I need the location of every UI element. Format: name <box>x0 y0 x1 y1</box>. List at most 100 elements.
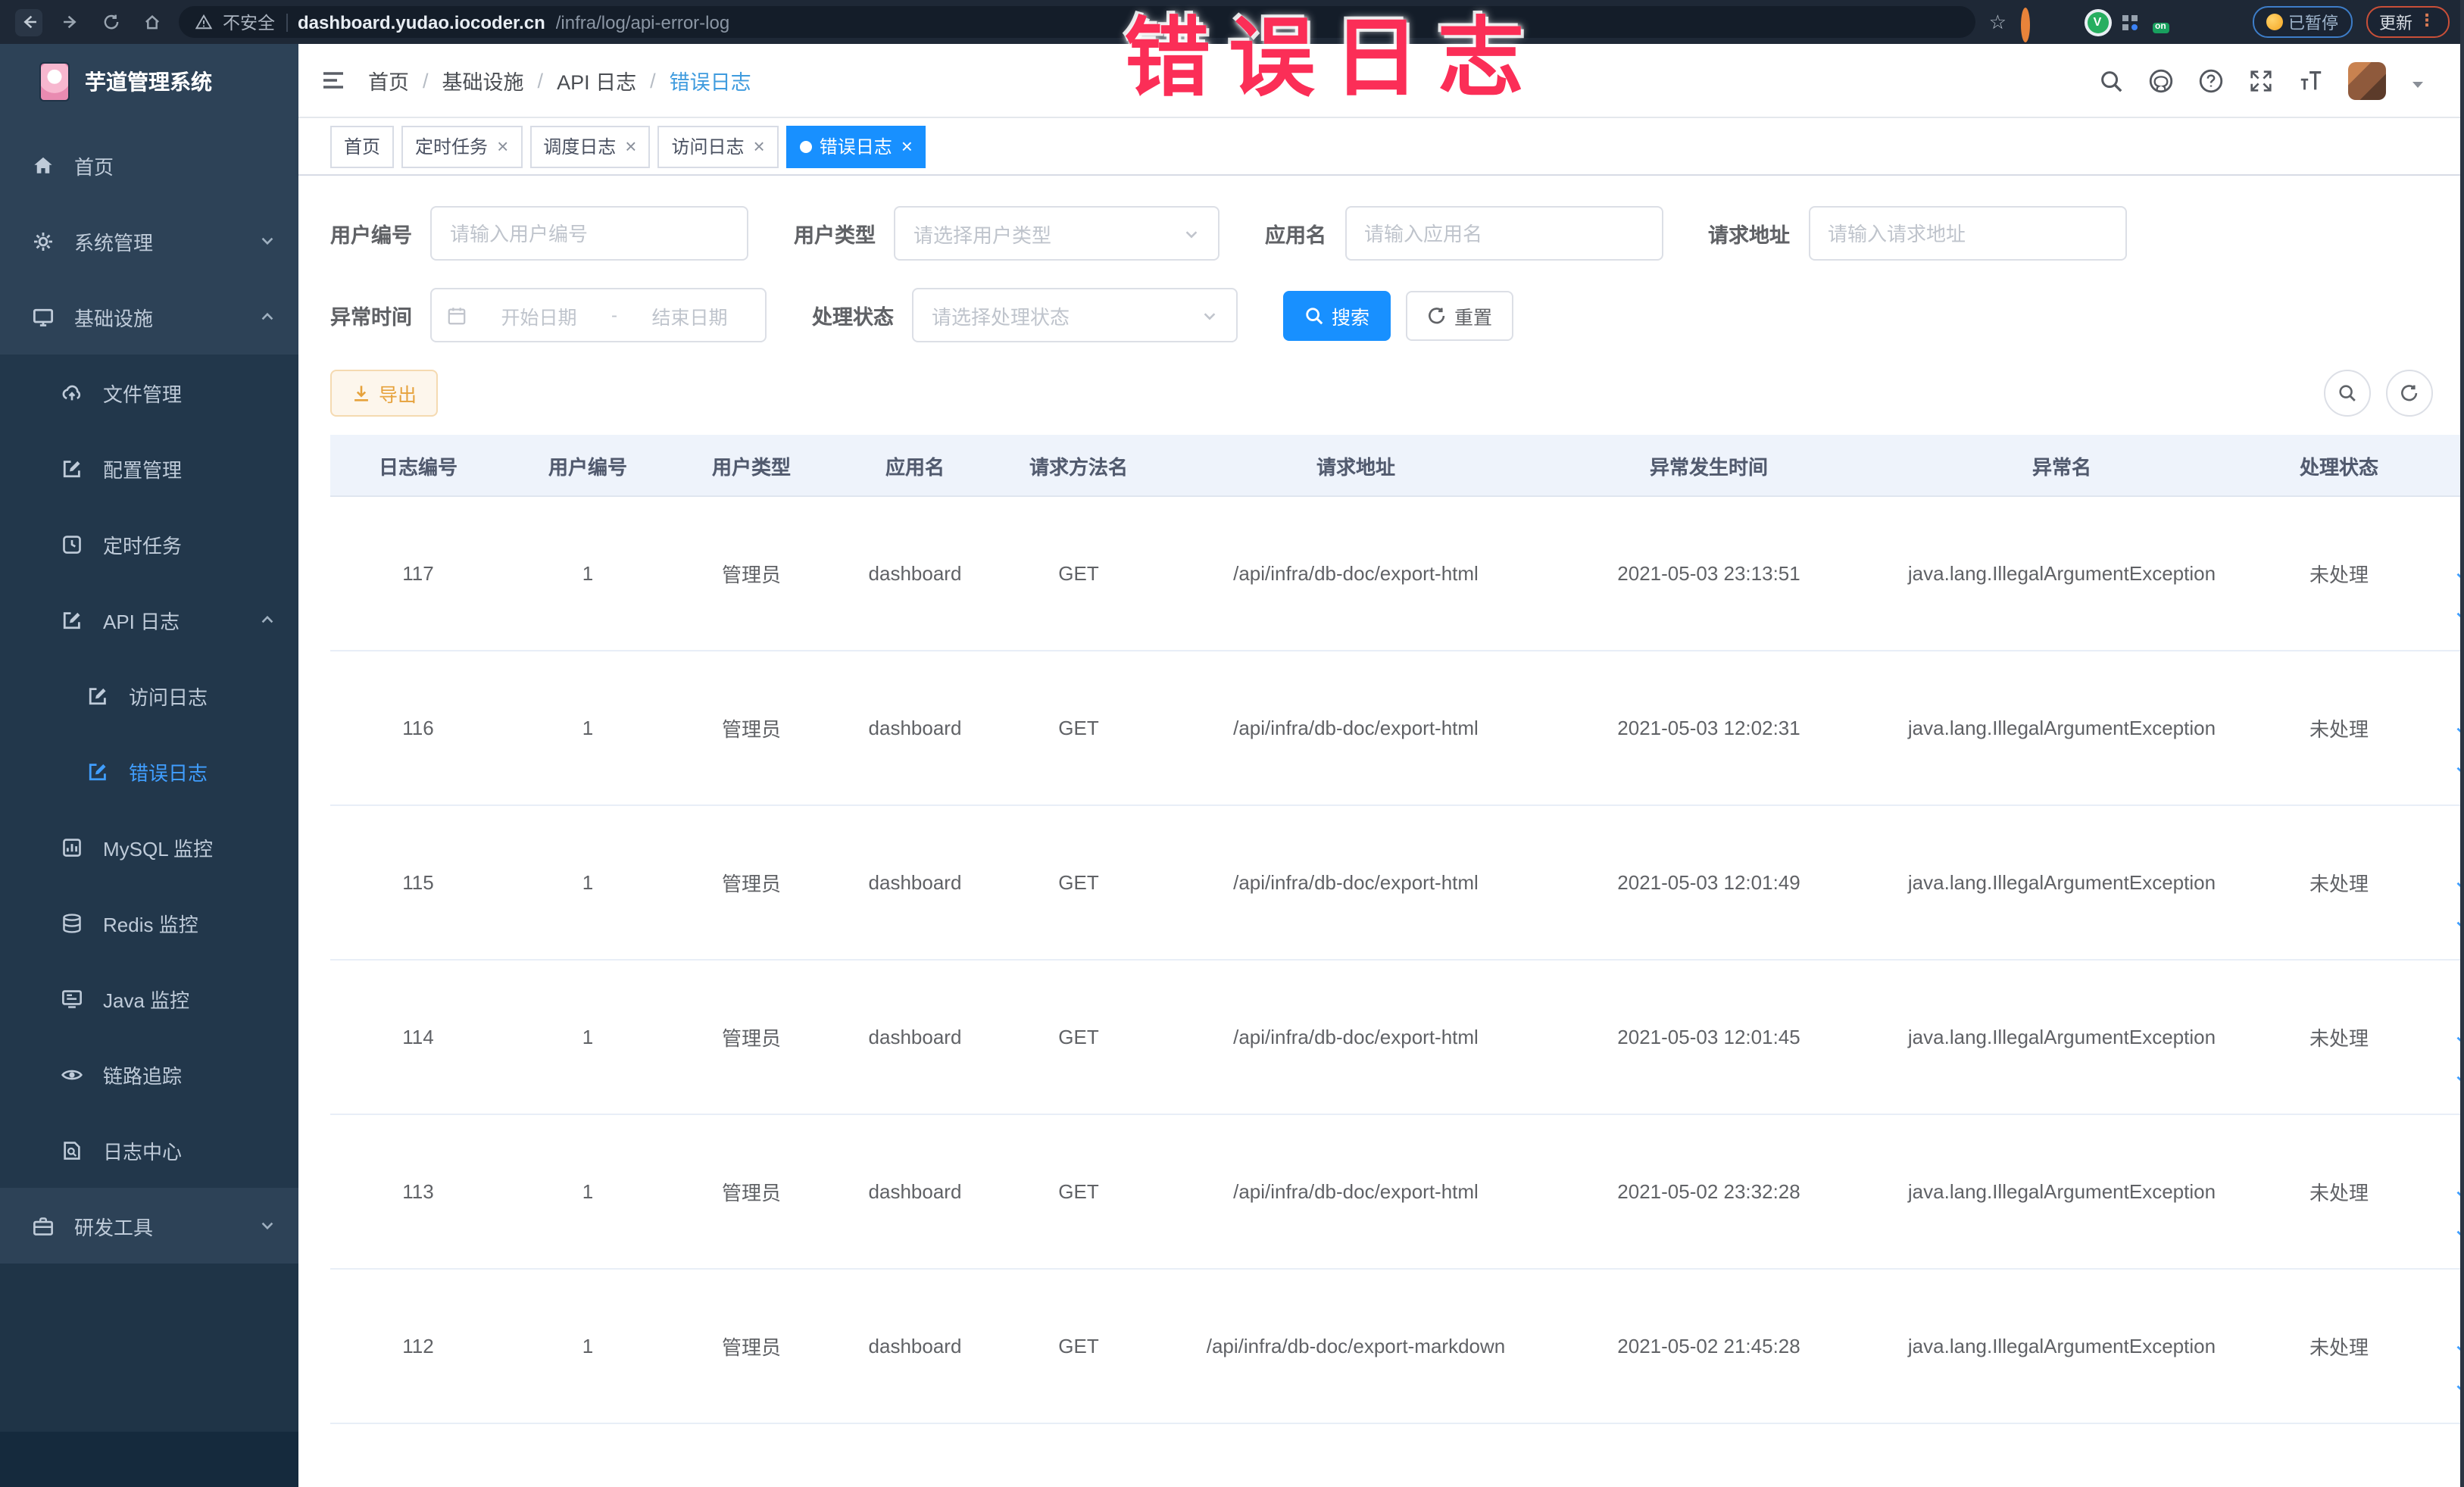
sidebar-item-java-monitor[interactable]: Java 监控 <box>0 961 298 1036</box>
tab-grid-icon[interactable] <box>2122 14 2138 30</box>
sidebar-item-scheduled-jobs[interactable]: 定时任务 <box>0 506 298 582</box>
sidebar-item-system-management[interactable]: 系统管理 <box>0 203 298 279</box>
detail-link[interactable]: 详细 <box>2427 1134 2464 1173</box>
adblock-ring-icon[interactable] <box>2020 8 2040 42</box>
tab-home[interactable]: 首页 × <box>330 125 395 167</box>
browser-menu-icon[interactable]: ⋮ <box>2419 13 2435 30</box>
shield-drop-icon[interactable] <box>2053 12 2073 32</box>
detail-link[interactable]: 详细 <box>2427 670 2464 709</box>
mark-ignored-link[interactable]: 已忽略 <box>2427 1366 2464 1404</box>
close-icon[interactable]: × <box>754 136 765 156</box>
mark-ignored-link[interactable]: 已忽略 <box>2427 1057 2464 1095</box>
mark-ignored-link[interactable]: 已忽略 <box>2427 902 2464 941</box>
switch-on-icon[interactable] <box>2152 12 2172 32</box>
help-icon[interactable] <box>2197 67 2223 93</box>
detail-link[interactable]: 详细 <box>2427 516 2464 555</box>
cell-app-name: dashboard <box>833 651 997 806</box>
cell-log-id: 115 <box>330 805 506 961</box>
github-icon[interactable] <box>2147 67 2173 93</box>
breadcrumb-item[interactable]: 基础设施 <box>442 65 524 95</box>
cell-user-type: 管理员 <box>670 1269 833 1424</box>
puzzle-icon[interactable] <box>2219 12 2238 32</box>
date-range-picker[interactable]: 开始日期 - 结束日期 <box>430 288 767 342</box>
bookmark-star-icon[interactable]: ☆ <box>1989 12 2006 32</box>
breadcrumb-item[interactable]: 首页 <box>368 65 409 95</box>
filter-exception-time: 异常时间 开始日期 - 结束日期 <box>330 288 767 342</box>
search-icon[interactable] <box>2097 67 2123 93</box>
toggle-search-button[interactable] <box>2323 370 2370 417</box>
process-status-select[interactable]: 请选择处理状态 <box>912 288 1238 342</box>
browser-reload-icon[interactable] <box>97 8 124 36</box>
user-type-select[interactable]: 请选择用户类型 <box>894 206 1220 261</box>
gear-icon <box>32 229 56 253</box>
sidebar-item-api-log[interactable]: API 日志 <box>0 582 298 658</box>
vue-devtools-icon[interactable]: V <box>2087 11 2108 33</box>
mark-ignored-link[interactable]: 已忽略 <box>2427 593 2464 632</box>
sidebar-item-infrastructure[interactable]: 基础设施 <box>0 279 298 355</box>
chevron-up-icon <box>259 308 276 325</box>
close-icon[interactable]: × <box>497 136 508 156</box>
search-button[interactable]: 搜索 <box>1283 290 1391 340</box>
app-name-input[interactable] <box>1344 206 1663 261</box>
mark-processed-link[interactable]: 已处理 <box>2427 709 2464 748</box>
mark-processed-link[interactable]: 已处理 <box>2427 864 2464 902</box>
browser-back-icon[interactable] <box>15 8 42 36</box>
request-url-input[interactable] <box>1808 206 2126 261</box>
detail-link[interactable]: 详细 <box>2427 825 2464 864</box>
leaf-icon[interactable] <box>2185 12 2205 32</box>
user-avatar[interactable] <box>2347 61 2385 99</box>
sidebar-item-dev-tools[interactable]: 研发工具 <box>0 1188 298 1264</box>
refresh-table-button[interactable] <box>2385 370 2432 417</box>
sidebar-item-file-management[interactable]: 文件管理 <box>0 355 298 430</box>
reset-button[interactable]: 重置 <box>1406 290 1514 340</box>
tab-schedule-log[interactable]: 调度日志 × <box>529 125 651 167</box>
mark-ignored-link[interactable]: 已忽略 <box>2427 748 2464 786</box>
cell-log-id: 114 <box>330 960 506 1115</box>
sidebar-item-log-center[interactable]: 日志中心 <box>0 1112 298 1188</box>
error-log-table: 日志编号用户编号用户类型应用名请求方法名请求地址异常发生时间异常名处理状态操作 … <box>330 435 2464 1424</box>
close-icon[interactable]: × <box>901 136 913 156</box>
cell-method: GET <box>997 651 1160 806</box>
update-badge[interactable]: 更新 ⋮ <box>2366 6 2449 38</box>
font-size-icon[interactable] <box>2297 67 2323 93</box>
mark-processed-link[interactable]: 已处理 <box>2427 555 2464 593</box>
close-icon[interactable]: × <box>625 136 636 156</box>
sidebar-item-access-log[interactable]: 访问日志 <box>0 658 298 733</box>
tab-access-log[interactable]: 访问日志 × <box>657 125 779 167</box>
user-type-label: 用户类型 <box>794 224 876 247</box>
sidebar-item-trace[interactable]: 链路追踪 <box>0 1036 298 1112</box>
sidebar-item-config-management[interactable]: 配置管理 <box>0 430 298 506</box>
browser-forward-icon[interactable] <box>56 8 83 36</box>
sidebar-item-home[interactable]: 首页 <box>0 127 298 203</box>
mark-processed-link[interactable]: 已处理 <box>2427 1327 2464 1366</box>
scrollbar-edge[interactable] <box>2459 0 2464 1487</box>
mark-processed-link[interactable]: 已处理 <box>2427 1018 2464 1057</box>
paused-badge[interactable]: 已暂停 <box>2252 6 2352 38</box>
sidebar-item-redis-monitor[interactable]: Redis 监控 <box>0 885 298 961</box>
detail-link[interactable]: 详细 <box>2427 1289 2464 1327</box>
cell-method: GET <box>997 496 1160 651</box>
cell-app-name: dashboard <box>833 1114 997 1270</box>
tab-error-log[interactable]: 错误日志 × <box>785 125 926 167</box>
mark-ignored-link[interactable]: 已忽略 <box>2427 1211 2464 1250</box>
table-row: 117 1 管理员 dashboard GET /api/infra/db-do… <box>330 496 2464 651</box>
detail-link[interactable]: 详细 <box>2427 979 2464 1018</box>
toolbox-icon <box>32 1214 56 1238</box>
mark-processed-link[interactable]: 已处理 <box>2427 1173 2464 1211</box>
sidebar-item-mysql-monitor[interactable]: MySQL 监控 <box>0 809 298 885</box>
address-bar[interactable]: 不安全 dashboard.yudao.iocoder.cn /infra/lo… <box>179 6 1975 38</box>
caret-down-icon[interactable] <box>2409 73 2425 88</box>
export-button[interactable]: 导出 <box>330 370 439 417</box>
breadcrumb-item[interactable]: API 日志 <box>557 65 636 95</box>
user-id-input[interactable] <box>430 206 748 261</box>
app-logo[interactable]: 芋道管理系统 <box>0 44 298 118</box>
request-url-label: 请求地址 <box>1708 224 1790 247</box>
tab-scheduled-jobs[interactable]: 定时任务 × <box>401 125 523 167</box>
sidebar-toggle-icon[interactable] <box>320 67 347 94</box>
filter-request-url: 请求地址 <box>1708 206 2126 261</box>
sidebar-item-error-log[interactable]: 错误日志 <box>0 733 298 809</box>
browser-home-icon[interactable] <box>138 8 165 36</box>
fullscreen-icon[interactable] <box>2247 67 2273 93</box>
cell-process-status: 未处理 <box>2257 1269 2421 1424</box>
edit-doc-icon <box>61 456 85 480</box>
